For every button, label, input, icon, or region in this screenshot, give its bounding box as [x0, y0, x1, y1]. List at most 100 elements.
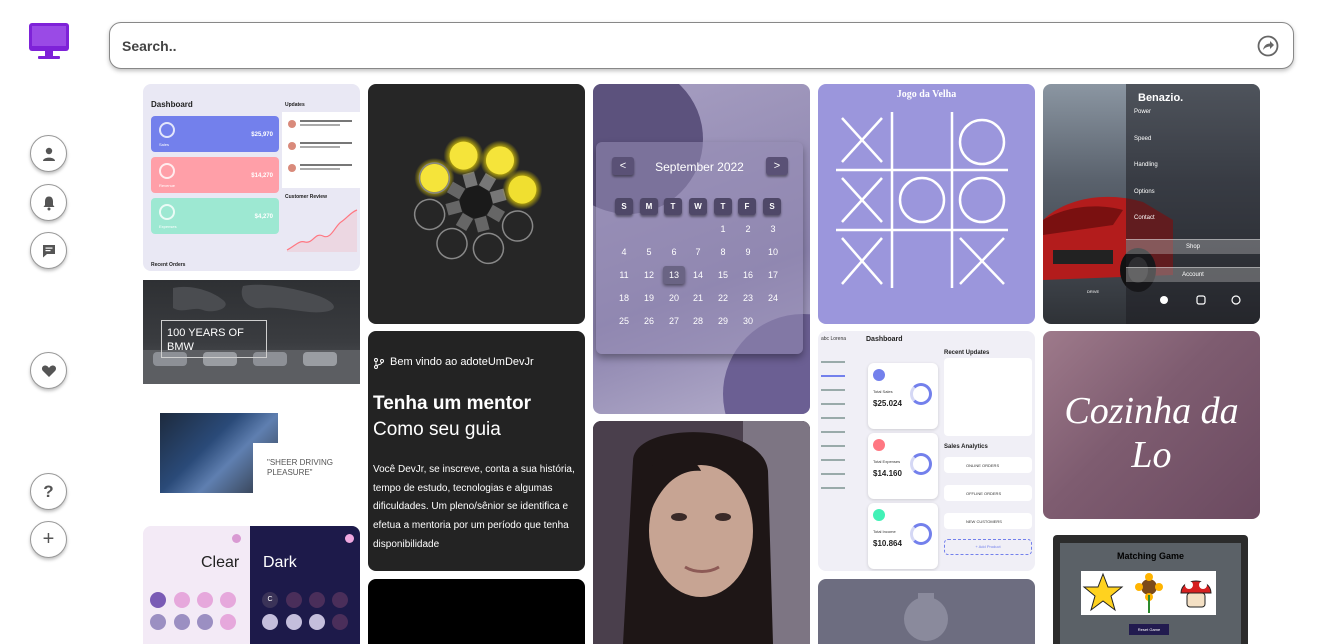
- calc-key[interactable]: [332, 614, 348, 630]
- heart-icon: [41, 365, 56, 377]
- monitor-logo-icon[interactable]: [28, 22, 70, 60]
- update-item: [288, 118, 356, 132]
- matching-game-title: Matching Game: [1116, 551, 1184, 561]
- updates-heading: Updates: [285, 102, 305, 108]
- recent-orders-heading: Recent Orders: [151, 262, 186, 268]
- account-button[interactable]: Account: [1126, 267, 1260, 282]
- calendar-day[interactable]: 14: [688, 270, 708, 280]
- project-card-bmw-100-years[interactable]: 100 YEARS OF BMW: [143, 280, 360, 384]
- menu-item-handling[interactable]: Handling: [1134, 162, 1158, 168]
- calendar-day[interactable]: 3: [763, 224, 783, 234]
- calc-key[interactable]: [332, 592, 348, 608]
- portrait-photo: [593, 421, 810, 644]
- calendar-day[interactable]: 28: [688, 316, 708, 326]
- plus-icon: +: [42, 528, 55, 550]
- cozinha-title: Cozinha da Lo: [1064, 390, 1239, 476]
- share-arrow-icon[interactable]: [1257, 35, 1279, 57]
- bell-icon: [43, 196, 54, 210]
- matching-cards: [1081, 571, 1216, 615]
- calendar-day[interactable]: 22: [713, 293, 733, 303]
- project-card-dashboard[interactable]: Dashboard Updates $25,970 Sales $14,270 …: [143, 84, 360, 271]
- search-input[interactable]: [122, 23, 1242, 68]
- calc-key[interactable]: [286, 592, 302, 608]
- project-card-portrait[interactable]: [593, 421, 810, 644]
- menu-item-contact[interactable]: Contact: [1134, 215, 1155, 221]
- calendar-day[interactable]: 24: [763, 293, 783, 303]
- calendar-day[interactable]: 15: [713, 270, 733, 280]
- calendar-day-selected[interactable]: 13: [664, 270, 684, 280]
- car-brand: Benazio.: [1138, 92, 1184, 104]
- project-card-lightbulbs[interactable]: [368, 84, 585, 324]
- calc-key[interactable]: [262, 614, 278, 630]
- weekday-label: T: [714, 198, 732, 215]
- calc-key[interactable]: [174, 592, 190, 608]
- project-card-sheer-driving[interactable]: "SHEER DRIVING PLEASURE": [143, 392, 360, 506]
- menu-item-options[interactable]: Options: [1134, 189, 1155, 195]
- calc-key[interactable]: [309, 614, 325, 630]
- weekday-label: M: [640, 198, 658, 215]
- calendar-day[interactable]: 5: [639, 247, 659, 257]
- calc-key[interactable]: [150, 592, 166, 608]
- calendar-day[interactable]: 20: [664, 293, 684, 303]
- calendar-day[interactable]: 30: [738, 316, 758, 326]
- tic-tac-toe-title: Jogo da Velha: [896, 89, 957, 100]
- calendar-day[interactable]: 7: [688, 247, 708, 257]
- recent-updates-heading: Recent Updates: [944, 350, 990, 356]
- mentor-description: Você DevJr, se inscreve, conta a sua his…: [373, 464, 575, 550]
- calendar-day[interactable]: 19: [639, 293, 659, 303]
- side-menu: [1126, 84, 1260, 324]
- calendar-day[interactable]: 26: [639, 316, 659, 326]
- calc-key[interactable]: [150, 614, 166, 630]
- calendar-day[interactable]: 12: [639, 270, 659, 280]
- calendar-day[interactable]: 25: [614, 316, 634, 326]
- add-button[interactable]: +: [30, 521, 67, 558]
- search-bar: [109, 22, 1294, 69]
- calendar-day[interactable]: 4: [614, 247, 634, 257]
- menu-item-power[interactable]: Power: [1134, 109, 1151, 115]
- calc-key[interactable]: [220, 592, 236, 608]
- calendar-day[interactable]: 2: [738, 224, 758, 234]
- calendar-day[interactable]: 18: [614, 293, 634, 303]
- calendar-day[interactable]: 23: [738, 293, 758, 303]
- reset-game-button[interactable]: Reset Game: [1129, 624, 1169, 635]
- project-card-dark[interactable]: [368, 579, 585, 644]
- project-card-calendar[interactable]: < September 2022 > S M T W T F S 1 2 3 4…: [593, 84, 810, 414]
- calendar-day[interactable]: 1: [713, 224, 733, 234]
- calc-key[interactable]: [197, 614, 213, 630]
- project-card-car-menu[interactable]: Benazio. Power Speed Handling Options Co…: [1043, 84, 1260, 324]
- calc-key[interactable]: [309, 592, 325, 608]
- calc-key[interactable]: [220, 614, 236, 630]
- notifications-button[interactable]: [30, 184, 67, 221]
- shop-button[interactable]: Shop: [1126, 239, 1260, 254]
- calendar-day[interactable]: 10: [763, 247, 783, 257]
- add-product-button[interactable]: + Add Product: [944, 539, 1032, 555]
- menu-item-speed[interactable]: Speed: [1134, 136, 1151, 142]
- calc-key[interactable]: [197, 592, 213, 608]
- project-card-dashboard-2[interactable]: abc Lorena Dashboard Total Sales $25.024…: [818, 331, 1035, 571]
- calendar-day[interactable]: 9: [738, 247, 758, 257]
- calendar-day[interactable]: 11: [614, 270, 634, 280]
- project-card-matching-game[interactable]: Matching Game Reset Game: [1053, 535, 1248, 644]
- project-card-cozinha[interactable]: Cozinha da Lo: [1043, 331, 1260, 519]
- calc-clear-key[interactable]: C: [262, 592, 278, 608]
- messages-button[interactable]: [30, 232, 67, 269]
- profile-button[interactable]: [30, 135, 67, 172]
- calendar-day[interactable]: 8: [713, 247, 733, 257]
- calc-key[interactable]: [286, 614, 302, 630]
- project-card-calculator[interactable]: Clear Dark C: [143, 526, 360, 644]
- project-card-avatar[interactable]: [818, 579, 1035, 644]
- calendar-day[interactable]: 17: [763, 270, 783, 280]
- calendar-day[interactable]: 27: [664, 316, 684, 326]
- calendar-day[interactable]: 21: [688, 293, 708, 303]
- calendar-day[interactable]: 6: [664, 247, 684, 257]
- project-card-tic-tac-toe[interactable]: Jogo da Velha: [818, 84, 1035, 324]
- calendar-day[interactable]: 16: [738, 270, 758, 280]
- calendar-day[interactable]: 29: [713, 316, 733, 326]
- bmw-title: 100 YEARS OF BMW: [167, 327, 244, 353]
- favorites-button[interactable]: [30, 352, 67, 389]
- next-month-button[interactable]: >: [766, 157, 788, 175]
- social-icons: [1160, 295, 1241, 305]
- help-button[interactable]: ?: [30, 473, 67, 510]
- project-card-mentor[interactable]: Bem vindo ao adoteUmDevJr Tenha um mento…: [368, 331, 585, 571]
- calc-key[interactable]: [174, 614, 190, 630]
